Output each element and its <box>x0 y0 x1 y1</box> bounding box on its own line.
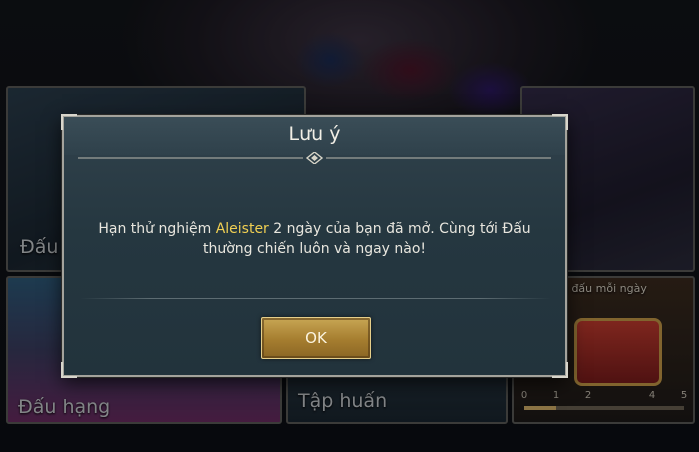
dialog-corner <box>61 362 77 378</box>
message-text-start: Hạn thử nghiệm <box>98 221 216 237</box>
header-ornament <box>78 152 551 164</box>
hero-name: Aleister <box>215 221 269 237</box>
dialog-message: Hạn thử nghiệm Aleister 2 ngày của bạn đ… <box>84 219 545 259</box>
dialog-header: Lưu ý <box>64 117 565 155</box>
ok-button[interactable]: OK <box>261 317 371 359</box>
dialog-title: Lưu ý <box>288 123 341 145</box>
dialog-divider <box>80 298 551 299</box>
notice-dialog: Lưu ý Hạn thử nghiệm Aleister 2 ngày của… <box>61 114 568 378</box>
dialog-corner <box>552 362 568 378</box>
